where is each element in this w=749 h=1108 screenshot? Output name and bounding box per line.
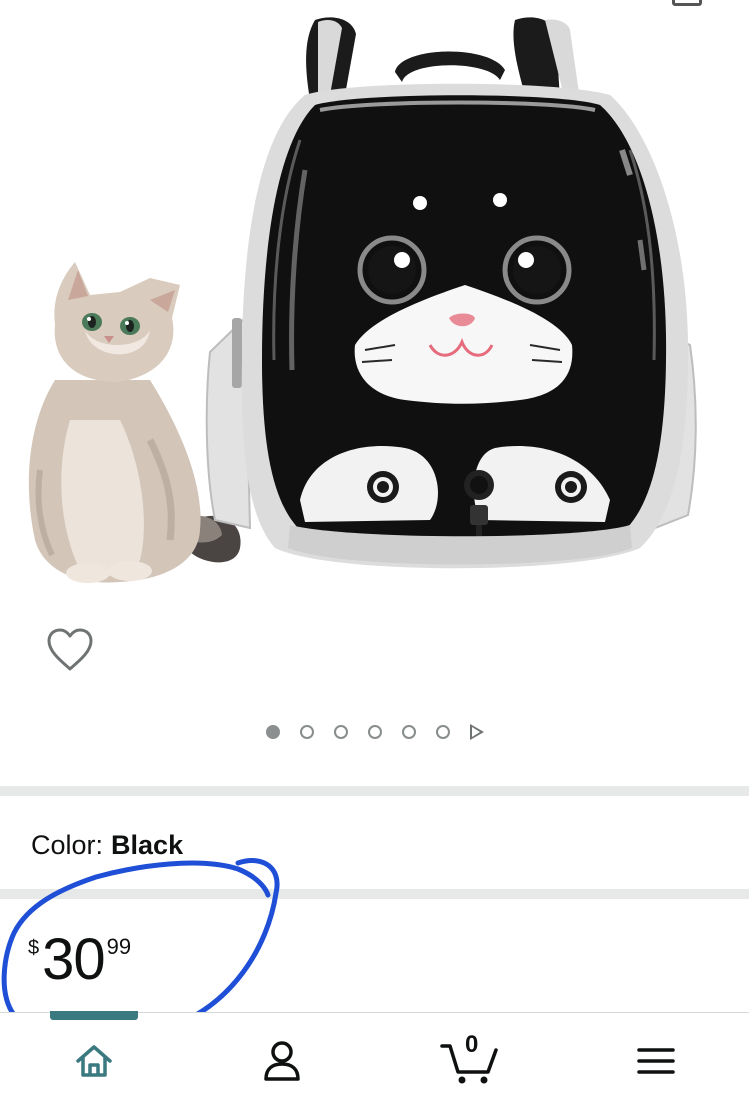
product-page: Color: Black $ 30 99 0 — [0, 0, 749, 1108]
pagination-dot[interactable] — [435, 725, 450, 739]
image-pagination-dots — [0, 724, 749, 740]
nav-cart[interactable]: 0 — [440, 1031, 500, 1087]
nav-home[interactable] — [64, 1035, 124, 1087]
heart-icon[interactable] — [45, 626, 95, 674]
nav-account[interactable] — [252, 1035, 312, 1087]
pagination-dot[interactable] — [367, 725, 382, 739]
price-fraction: 99 — [106, 934, 132, 959]
price-whole: 30 — [42, 927, 106, 992]
account-icon — [264, 1041, 300, 1081]
section-divider — [0, 889, 749, 899]
pagination-dot[interactable] — [299, 725, 314, 739]
pagination-dot[interactable] — [265, 725, 280, 739]
color-variation[interactable]: Color: Black — [31, 829, 183, 861]
pagination-dot[interactable] — [333, 725, 348, 739]
cart-count-badge: 0 — [465, 1031, 479, 1058]
section-divider — [0, 786, 749, 796]
bottom-nav-bar: 0 — [0, 1011, 749, 1108]
variation-label: Color: — [31, 830, 104, 860]
play-icon[interactable] — [469, 724, 484, 740]
menu-icon — [637, 1048, 675, 1074]
product-image-gallery[interactable] — [0, 0, 749, 785]
price: $ 30 99 — [28, 928, 131, 992]
price-symbol: $ — [28, 937, 40, 959]
pagination-dot[interactable] — [401, 725, 416, 739]
variation-value: Black — [111, 830, 184, 860]
nav-menu[interactable] — [626, 1035, 686, 1087]
active-tab-indicator — [50, 1011, 138, 1020]
backpack-image — [205, 17, 697, 569]
product-image[interactable] — [0, 0, 749, 620]
home-icon — [76, 1045, 112, 1077]
share-icon[interactable] — [672, 0, 702, 6]
